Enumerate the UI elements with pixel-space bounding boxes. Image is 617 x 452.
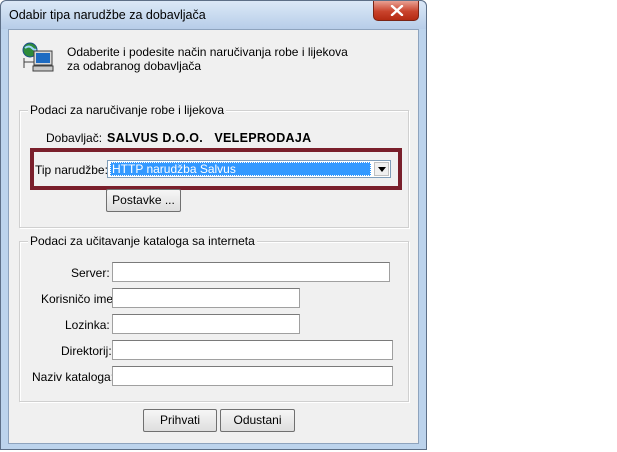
chevron-down-icon [378,167,386,172]
title-bar[interactable]: Odabir tipa narudžbe za dobavljača [1,1,426,29]
catalog-name-label: Naziv kataloga: [32,370,115,384]
supplier-value: SALVUS D.O.O. VELEPRODAJA [107,131,312,145]
window-title: Odabir tipa narudžbe za dobavljača [9,8,206,22]
order-type-dropdown-button[interactable] [374,162,389,176]
order-type-label: Tip narudžbe: [35,163,108,177]
username-label: Korisničo ime: [41,292,117,306]
directory-input[interactable] [112,340,393,360]
order-type-select[interactable]: HTTP narudžba Salvus [107,160,391,178]
password-label: Lozinka: [65,318,110,332]
username-input[interactable] [112,288,300,308]
server-label: Server: [71,266,110,280]
catalog-group-title: Podaci za učitavanje kataloga sa interne… [28,234,257,248]
network-computer-icon [22,42,54,72]
close-button[interactable] [373,1,419,21]
cancel-button[interactable]: Odustani [220,409,295,432]
accept-button[interactable]: Prihvati [143,409,217,432]
dialog-description: Odaberite i podesite način naručivanja r… [67,45,348,73]
order-type-selected-value: HTTP narudžba Salvus [110,162,371,176]
directory-label: Direktorij: [61,344,112,358]
supplier-label: Dobavljač: [46,131,103,145]
catalog-name-input[interactable] [112,366,393,386]
cancel-button-label: Odustani [233,413,282,427]
close-icon [390,5,404,16]
server-input[interactable] [112,262,390,282]
settings-button-label: Postavke ... [112,193,175,207]
password-input[interactable] [112,314,300,334]
accept-button-label: Prihvati [159,413,200,427]
order-group-title: Podaci za naručivanje robe i lijekova [28,103,227,117]
settings-button[interactable]: Postavke ... [106,189,181,212]
